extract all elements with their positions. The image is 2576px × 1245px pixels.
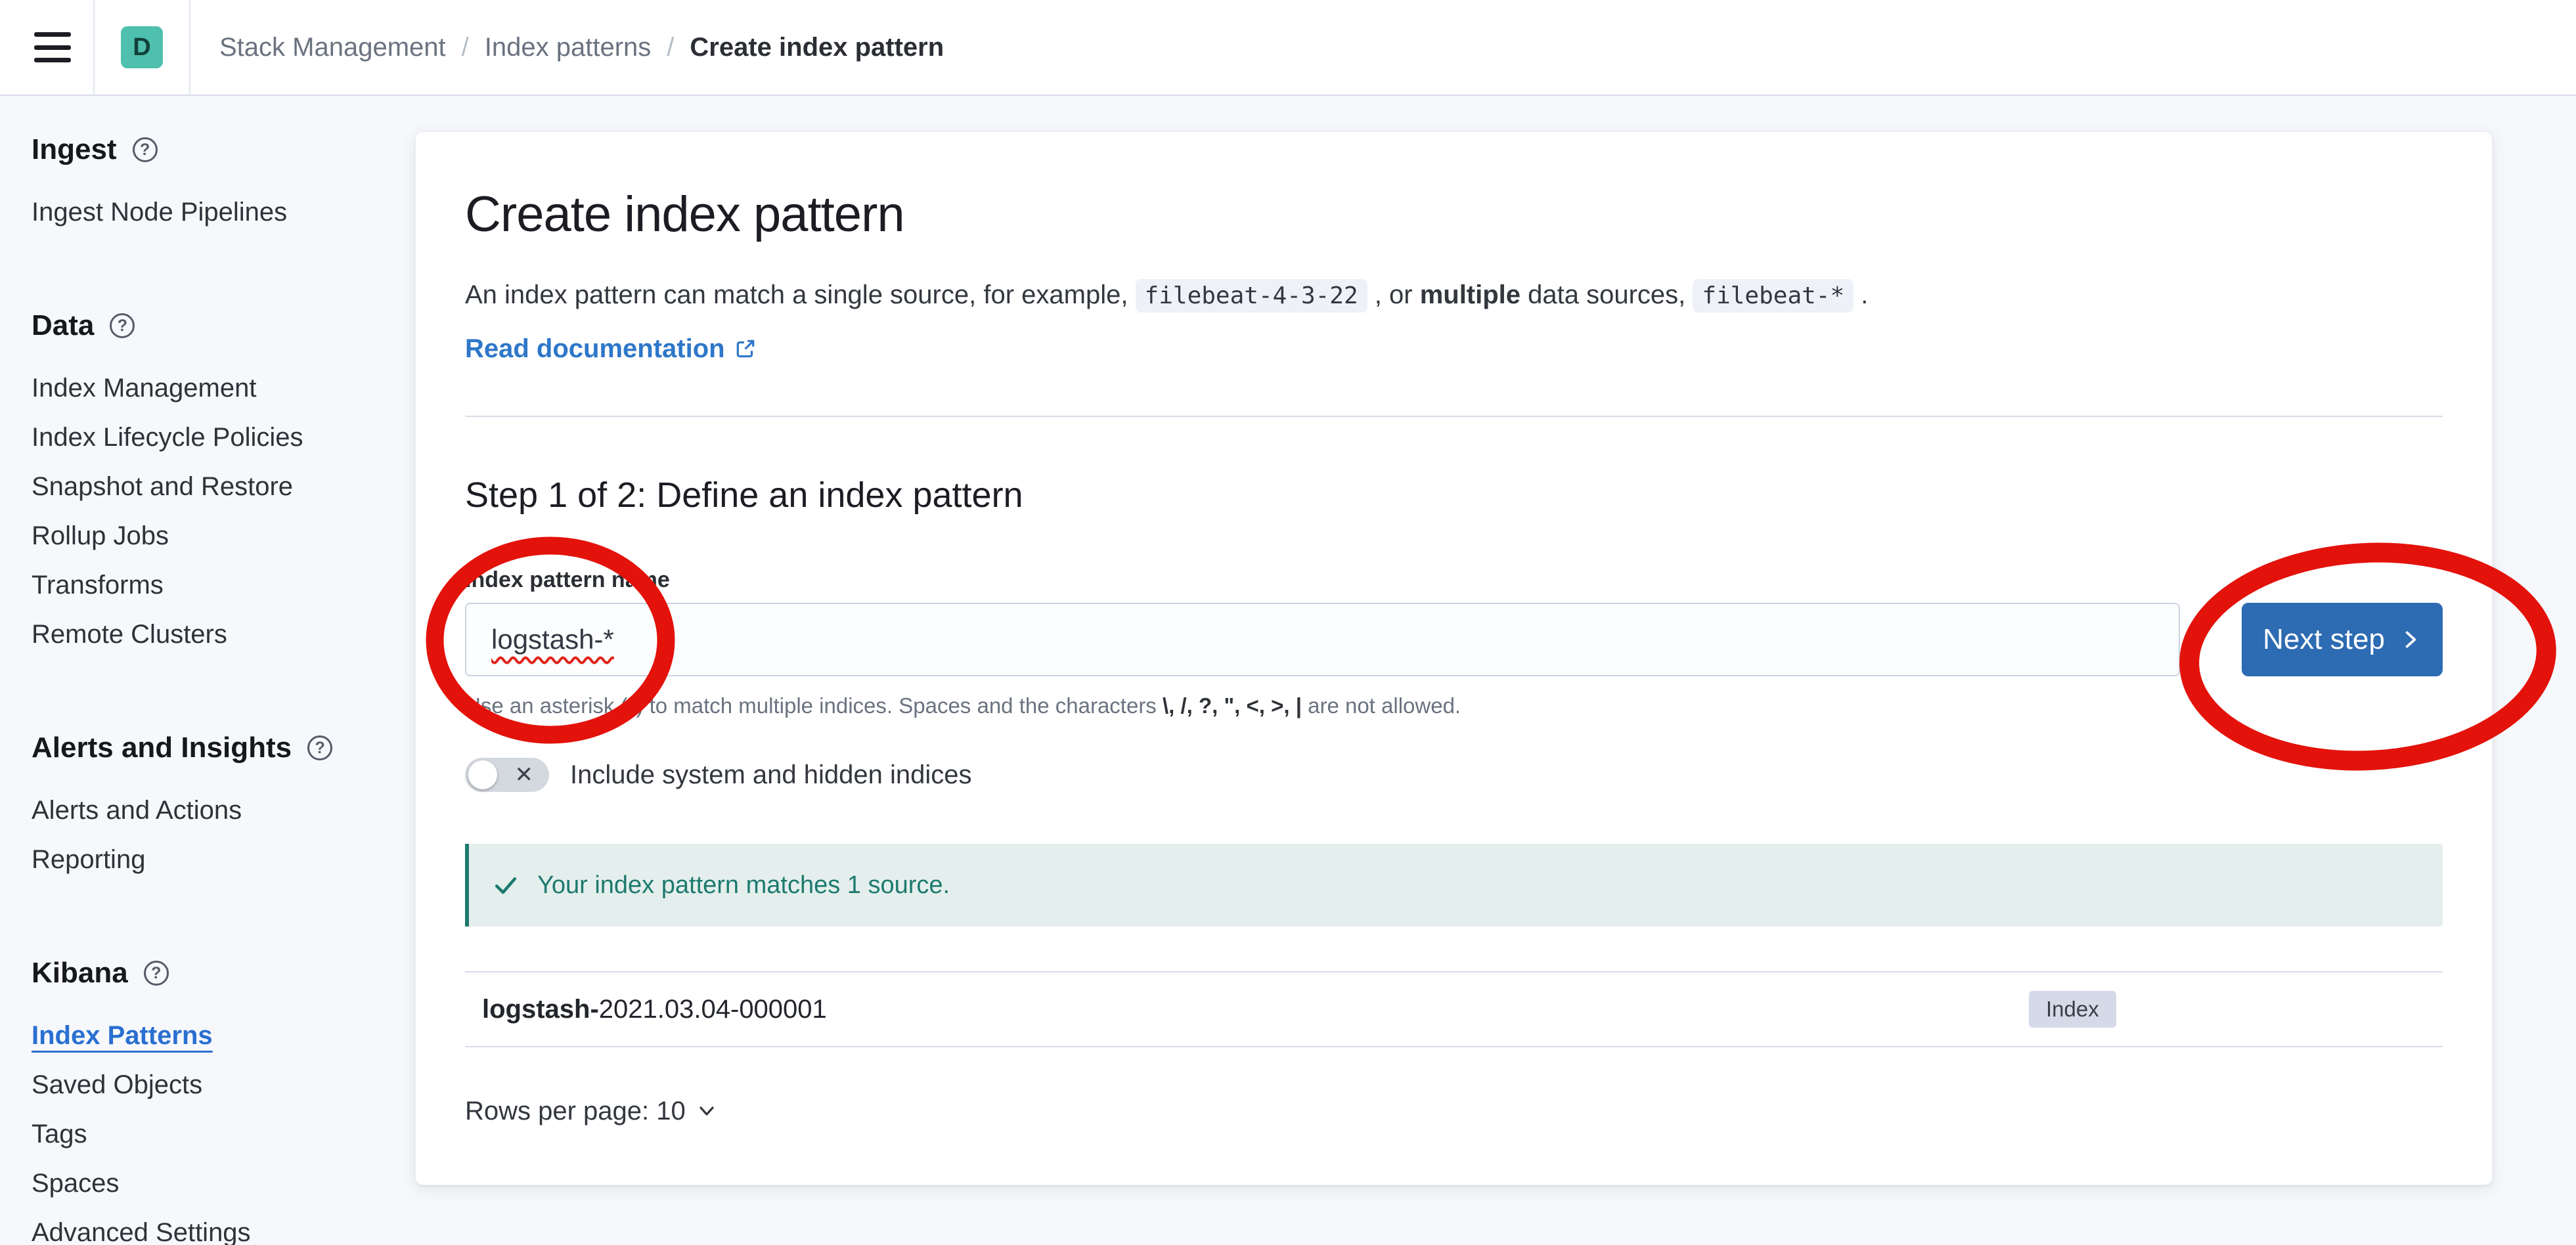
help-icon[interactable]: ? [110, 313, 135, 338]
breadcrumb-separator: / [667, 33, 674, 62]
sidebar-section-title: Data [32, 309, 94, 343]
intro-part: . [1854, 280, 1868, 309]
create-index-pattern-panel: Create index pattern An index pattern ca… [415, 131, 2493, 1185]
code-chip-filebeat-date: filebeat-4-3-22 [1136, 279, 1367, 313]
header-divider [189, 0, 190, 95]
include-hidden-indices-toggle[interactable]: ✕ [465, 758, 549, 792]
check-icon [491, 871, 520, 900]
help-icon[interactable]: ? [133, 137, 158, 162]
read-documentation-link[interactable]: Read documentation [465, 333, 757, 364]
external-link-icon [734, 338, 757, 360]
toggle-off-x-icon: ✕ [515, 764, 534, 786]
sidebar-section-title: Ingest [32, 133, 117, 167]
toggle-label: Include system and hidden indices [570, 760, 971, 790]
next-step-button[interactable]: Next step [2242, 603, 2443, 676]
matching-sources-table: logstash-2021.03.04-000001 Index [465, 971, 2443, 1047]
section-divider [465, 416, 2443, 417]
source-name-rest: 2021.03.04-000001 [599, 995, 827, 1024]
intro-bold: multiple [1420, 280, 1521, 309]
index-badge: Index [2029, 991, 2116, 1028]
top-header: D Stack Management / Index patterns / Cr… [0, 0, 2576, 96]
sidebar-item-ingest-node-pipelines[interactable]: Ingest Node Pipelines [32, 196, 415, 228]
breadcrumb-current-page: Create index pattern [690, 33, 944, 62]
source-name: logstash-2021.03.04-000001 [482, 995, 2029, 1024]
main-content: Create index pattern An index pattern ca… [415, 96, 2576, 1245]
sidebar-item-index-management[interactable]: Index Management [32, 372, 415, 404]
sidebar-section-title: Alerts and Insights [32, 731, 292, 765]
sidebar-section-ingest: Ingest ? Ingest Node Pipelines [32, 133, 415, 228]
sidebar-item-alerts-and-actions[interactable]: Alerts and Actions [32, 795, 415, 826]
rows-per-page-select[interactable]: Rows per page: 10 [465, 1095, 717, 1127]
helper-suffix: are not allowed. [1302, 693, 1461, 718]
intro-text: An index pattern can match a single sour… [465, 275, 2443, 316]
sidebar-item-reporting[interactable]: Reporting [32, 844, 415, 875]
index-pattern-name-input[interactable]: logstash-* [465, 603, 2180, 676]
sidebar-section-data: Data ? Index Management Index Lifecycle … [32, 309, 415, 650]
sidebar-item-tags[interactable]: Tags [32, 1118, 415, 1150]
sidebar-item-snapshot-and-restore[interactable]: Snapshot and Restore [32, 471, 415, 502]
next-step-label: Next step [2263, 623, 2385, 656]
breadcrumb-separator: / [462, 33, 469, 62]
toggle-knob [468, 760, 497, 789]
helper-symbols: \, /, ?, ", <, >, | [1163, 693, 1302, 718]
read-documentation-label: Read documentation [465, 333, 725, 364]
sidebar-item-index-patterns[interactable]: Index Patterns [32, 1020, 415, 1051]
space-avatar[interactable]: D [121, 26, 163, 68]
sidebar-item-remote-clusters[interactable]: Remote Clusters [32, 619, 415, 650]
intro-part: data sources, [1521, 280, 1693, 309]
breadcrumb: Stack Management / Index patterns / Crea… [219, 33, 944, 62]
chevron-down-icon [696, 1101, 717, 1122]
breadcrumb-index-patterns[interactable]: Index patterns [485, 33, 652, 62]
intro-part: An index pattern can match a single sour… [465, 280, 1136, 309]
sidebar-item-spaces[interactable]: Spaces [32, 1168, 415, 1199]
breadcrumb-stack-management[interactable]: Stack Management [219, 33, 446, 62]
management-sidebar: Ingest ? Ingest Node Pipelines Data ? In… [0, 96, 415, 1245]
sidebar-item-advanced-settings[interactable]: Advanced Settings [32, 1217, 415, 1245]
sidebar-item-rollup-jobs[interactable]: Rollup Jobs [32, 520, 415, 552]
sidebar-section-alerts-insights: Alerts and Insights ? Alerts and Actions… [32, 731, 415, 875]
index-pattern-input-value: logstash-* [491, 624, 614, 655]
sidebar-item-index-lifecycle-policies[interactable]: Index Lifecycle Policies [32, 422, 415, 453]
callout-message: Your index pattern matches 1 source. [537, 871, 950, 900]
rows-per-page-label: Rows per page: 10 [465, 1095, 686, 1127]
source-name-match: logstash- [482, 995, 599, 1024]
page-title: Create index pattern [465, 185, 2443, 245]
help-icon[interactable]: ? [144, 961, 169, 986]
sidebar-section-kibana: Kibana ? Index Patterns Saved Objects Ta… [32, 956, 415, 1245]
code-chip-filebeat-star: filebeat-* [1693, 279, 1854, 313]
menu-hamburger-icon[interactable] [34, 32, 71, 62]
helper-prefix: Use an asterisk (*) to match multiple in… [465, 693, 1163, 718]
step-heading: Step 1 of 2: Define an index pattern [465, 473, 2443, 517]
sidebar-item-saved-objects[interactable]: Saved Objects [32, 1069, 415, 1101]
sidebar-section-title: Kibana [32, 956, 128, 990]
index-pattern-name-label: Index pattern name [465, 567, 2443, 593]
sidebar-item-transforms[interactable]: Transforms [32, 569, 415, 601]
input-helper-text: Use an asterisk (*) to match multiple in… [465, 692, 2443, 720]
success-callout: Your index pattern matches 1 source. [465, 844, 2443, 927]
intro-part: , or [1367, 280, 1420, 309]
chevron-right-icon [2399, 628, 2422, 651]
header-divider [93, 0, 95, 95]
table-row[interactable]: logstash-2021.03.04-000001 Index [465, 972, 2443, 1046]
help-icon[interactable]: ? [307, 735, 332, 760]
